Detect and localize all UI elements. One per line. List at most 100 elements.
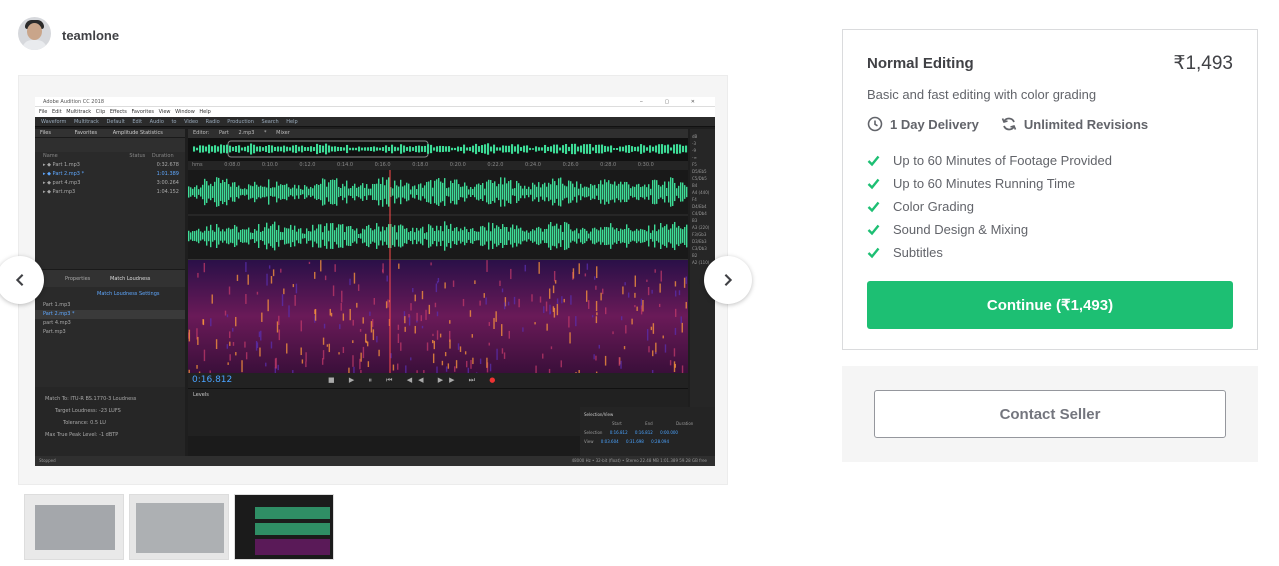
file-row[interactable]: ▸ ◆ Part.mp3 1:04.152 xyxy=(35,188,185,197)
file-row[interactable]: ▸ ◆ part 4.mp3 3:00.264 xyxy=(35,179,185,188)
waveform-bar xyxy=(640,228,642,244)
waveform-bar xyxy=(254,229,256,243)
waveform-bar xyxy=(259,146,262,152)
waveform-bar xyxy=(630,230,632,242)
spectral-mark xyxy=(300,320,302,332)
spectral-mark xyxy=(338,352,340,355)
waveform-bar xyxy=(538,147,541,151)
chevron-right-icon xyxy=(724,274,733,286)
spectral-mark xyxy=(342,313,345,321)
waveform-bar xyxy=(464,182,466,202)
waveform-bar xyxy=(368,224,370,248)
waveform-bar xyxy=(568,180,570,204)
spectral-mark xyxy=(272,269,275,277)
file-row[interactable]: ▸ ◆ Part 1.mp3 0:32.678 xyxy=(35,161,185,170)
waveform-bar xyxy=(433,147,436,151)
waveform-bar xyxy=(478,183,480,201)
waveform-bar xyxy=(484,188,486,196)
feature-item: Up to 60 Minutes of Footage Provided xyxy=(867,149,1112,172)
spectral-mark xyxy=(496,348,498,360)
contact-seller-button[interactable]: Contact Seller xyxy=(874,390,1226,438)
waveform-bar xyxy=(502,224,504,248)
seller-avatar[interactable] xyxy=(18,17,51,50)
spectral-mark xyxy=(408,313,410,318)
waveform-bar xyxy=(250,232,252,240)
transport-controls[interactable]: ■ ▶ ⏸ ⏮ ◀◀ ▶▶ ⏭ ● xyxy=(328,376,501,385)
waveform-bar xyxy=(412,186,414,198)
waveform-bar xyxy=(610,145,613,153)
waveform-bar xyxy=(499,147,502,151)
gallery-thumbnail[interactable] xyxy=(129,494,229,560)
gallery-thumbnail-active[interactable] xyxy=(234,494,334,560)
waveform-bar xyxy=(228,227,230,245)
waveform-bar xyxy=(472,228,474,244)
waveform-bar xyxy=(636,228,638,244)
waveform-bar xyxy=(206,181,208,203)
waveform-bar xyxy=(385,145,388,153)
spectral-mark xyxy=(211,294,213,304)
spectral-mark xyxy=(593,354,595,360)
spectral-mark xyxy=(646,329,649,341)
menu-item[interactable]: Clip xyxy=(96,109,110,115)
waveform-bar xyxy=(576,228,578,244)
waveform-bar xyxy=(674,221,676,251)
spectral-mark xyxy=(586,263,589,270)
menu-item[interactable]: Effects xyxy=(110,109,132,115)
waveform-bar xyxy=(217,146,220,152)
spectral-mark xyxy=(486,260,488,272)
cell: 0:03.604 xyxy=(600,439,619,444)
waveform-bar xyxy=(574,187,576,197)
waveform-bar xyxy=(604,145,607,153)
menu-item[interactable]: Favorites xyxy=(131,109,158,115)
waveform-bar xyxy=(550,221,552,251)
waveform-bar xyxy=(442,182,444,202)
waveform-bar xyxy=(682,229,684,243)
spectral-mark xyxy=(593,276,596,280)
gallery-thumbnail[interactable] xyxy=(24,494,124,560)
waveform-bar xyxy=(628,184,630,200)
waveform-bar xyxy=(278,185,280,199)
menu-item[interactable]: Multitrack xyxy=(66,109,96,115)
spectral-mark xyxy=(681,365,684,373)
waveform-bar xyxy=(304,185,306,199)
spectral-mark xyxy=(524,264,526,272)
menu-item[interactable]: Edit xyxy=(52,109,66,115)
timecode-display: 0:16.812 xyxy=(192,375,233,385)
waveform-bar xyxy=(508,231,510,241)
waveform-bar xyxy=(194,231,196,241)
ruler-tick: 0:24.0 xyxy=(524,162,563,168)
waveform-bar xyxy=(230,229,232,243)
spectral-mark xyxy=(421,290,424,300)
spectral-mark xyxy=(203,262,206,273)
overview-waveform xyxy=(193,140,688,158)
waveform-bar xyxy=(290,188,292,196)
toolbar-item: Waveform xyxy=(41,119,74,125)
waveform-bar xyxy=(416,227,418,245)
waveform-bar xyxy=(660,222,662,250)
waveform-bar xyxy=(222,229,224,243)
waveform-bar xyxy=(440,225,442,247)
spectral-mark xyxy=(330,312,333,317)
waveform-bar xyxy=(338,186,340,198)
menu-item[interactable]: Help xyxy=(199,109,210,115)
menu-item[interactable]: File xyxy=(39,109,52,115)
seller-username[interactable]: teamlone xyxy=(62,28,119,43)
frequency-label: dB xyxy=(692,134,698,139)
waveform-bar xyxy=(428,224,430,248)
file-row[interactable]: ▸ ◆ Part 2.mp3 * 1:01.389 xyxy=(35,170,185,179)
continue-button[interactable]: Continue (₹1,493) xyxy=(867,281,1233,329)
waveform-bar xyxy=(322,178,324,206)
waveform-bar xyxy=(424,233,426,239)
waveform-bar xyxy=(646,187,648,197)
waveform-bar xyxy=(505,145,508,153)
spectral-mark xyxy=(432,333,434,337)
menu-item[interactable]: Window xyxy=(175,109,199,115)
spectral-mark xyxy=(658,303,661,308)
check-icon xyxy=(867,178,880,190)
gallery-next-button[interactable] xyxy=(704,256,752,304)
waveform-bar xyxy=(418,230,420,242)
spectral-mark xyxy=(510,268,512,280)
waveform-bar xyxy=(214,231,216,241)
waveform-bar xyxy=(448,228,450,244)
menu-item[interactable]: View xyxy=(159,109,175,115)
